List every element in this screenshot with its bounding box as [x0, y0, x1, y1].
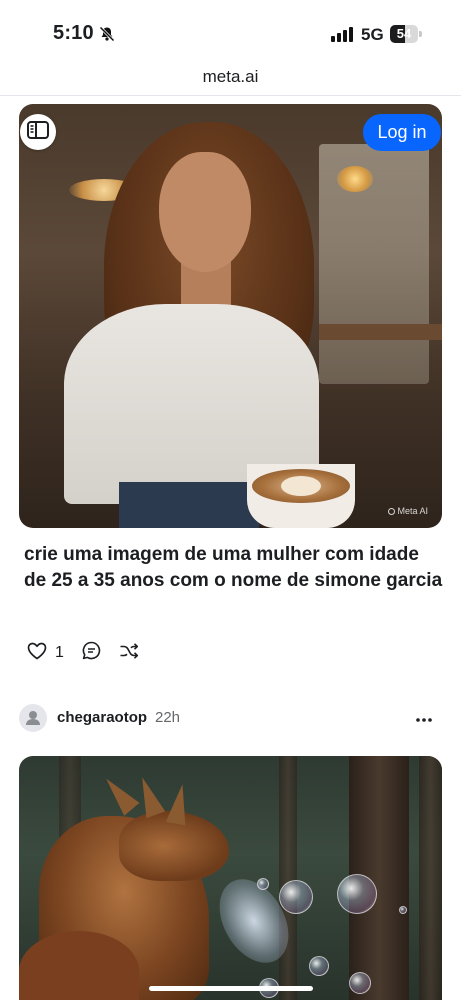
- more-icon: [416, 709, 432, 727]
- address-bar[interactable]: meta.ai: [0, 62, 461, 96]
- status-time: 5:10: [53, 22, 94, 44]
- like-count: 1: [55, 644, 64, 661]
- comment-button[interactable]: [82, 641, 101, 665]
- comment-icon: [82, 641, 101, 665]
- post-image[interactable]: Meta AI: [19, 104, 442, 528]
- heart-icon: [27, 642, 47, 665]
- login-button[interactable]: Log in: [363, 114, 441, 151]
- author-name[interactable]: chegaraotop: [57, 709, 147, 726]
- home-indicator[interactable]: [149, 986, 313, 991]
- battery-icon: 54: [390, 25, 422, 43]
- post-image[interactable]: [19, 756, 442, 1000]
- remix-button[interactable]: [119, 642, 139, 664]
- meta-ai-logo-icon: [388, 508, 396, 515]
- url-text[interactable]: meta.ai: [0, 67, 461, 87]
- avatar[interactable]: [19, 704, 47, 732]
- network-type: 5G: [361, 25, 384, 44]
- bell-slash-icon: [99, 26, 115, 42]
- status-bar: 5:10 5G 54: [0, 0, 461, 62]
- watermark: Meta AI: [388, 506, 428, 516]
- sidebar-toggle-icon: [27, 120, 49, 144]
- avatar-icon: [19, 711, 47, 732]
- post-time: 22h: [155, 709, 181, 726]
- post-header: chegaraotop 22h: [19, 704, 442, 732]
- watermark-text: Meta AI: [397, 506, 428, 516]
- more-options-button[interactable]: [413, 710, 435, 726]
- post-caption: crie uma imagem de uma mulher com idade …: [24, 544, 443, 591]
- remix-icon: [119, 642, 139, 665]
- signal-bars-icon: [331, 26, 355, 42]
- sidebar-toggle-button[interactable]: [20, 114, 56, 150]
- battery-level: 54: [396, 26, 412, 41]
- like-button[interactable]: 1: [27, 642, 64, 664]
